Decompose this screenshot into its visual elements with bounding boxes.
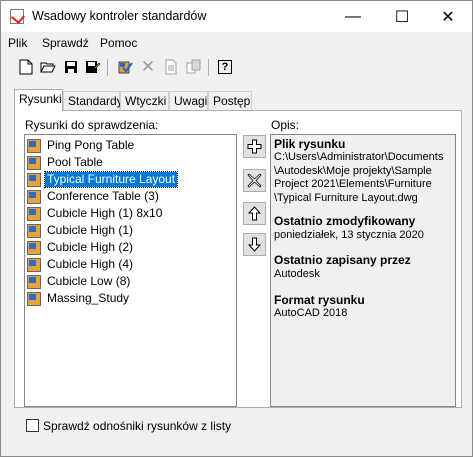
format-value: AutoCAD 2018 xyxy=(274,307,348,319)
list-item[interactable]: Cubicle High (4) xyxy=(27,256,135,273)
drawing-file-icon xyxy=(27,189,41,204)
modified-value: poniedziałek, 13 stycznia 2020 xyxy=(274,229,424,241)
check-icon[interactable] xyxy=(115,57,135,77)
move-up-button[interactable] xyxy=(243,202,266,225)
remove-drawing-button[interactable] xyxy=(243,169,266,192)
tab-postep[interactable]: Postęp xyxy=(208,91,252,110)
list-item[interactable]: Pool Table xyxy=(27,154,105,171)
up-arrow-icon xyxy=(248,206,261,221)
help-icon[interactable]: ? xyxy=(215,57,235,77)
save-icon[interactable] xyxy=(61,57,81,77)
drawing-file-icon xyxy=(27,257,41,272)
add-drawing-button[interactable] xyxy=(243,135,266,158)
toolbar: ✕ ? xyxy=(1,54,472,80)
list-item[interactable]: Cubicle High (2) xyxy=(27,239,135,256)
file-heading: Plik rysunku xyxy=(274,137,346,151)
tab-wtyczki[interactable]: Wtyczki xyxy=(120,91,169,110)
copy-icon[interactable] xyxy=(161,57,181,77)
delete-icon[interactable]: ✕ xyxy=(138,57,158,77)
drawings-listbox[interactable]: Ping Pong Table Pool Table Typical Furni… xyxy=(24,134,237,407)
drawing-file-icon xyxy=(27,172,41,187)
list-item-selected[interactable]: Typical Furniture Layout xyxy=(27,171,179,188)
menu-sprawdz[interactable]: Sprawdź xyxy=(42,36,89,50)
check-xrefs-checkbox[interactable] xyxy=(26,419,39,432)
menu-plik[interactable]: Plik xyxy=(8,36,27,50)
list-item[interactable]: Ping Pong Table xyxy=(27,137,136,154)
description-panel: Plik rysunku C:\Users\Administrator\Docu… xyxy=(270,134,456,407)
list-item[interactable]: Conference Table (3) xyxy=(27,188,161,205)
minimize-button[interactable]: — xyxy=(330,1,376,32)
standards-batch-checker-window: Wsadowy kontroler standardów — ☐ ✕ Plik … xyxy=(0,0,473,457)
format-heading: Format rysunku xyxy=(274,293,365,307)
drawing-file-icon xyxy=(27,274,41,289)
menu-bar: Plik Sprawdź Pomoc xyxy=(1,33,472,52)
tab-standardy[interactable]: Standardy xyxy=(63,91,123,110)
new-icon[interactable] xyxy=(16,57,36,77)
maximize-button[interactable]: ☐ xyxy=(379,1,425,32)
saved-by-value: Autodesk xyxy=(274,268,320,280)
save-as-icon[interactable] xyxy=(83,57,103,77)
description-label: Opis: xyxy=(271,118,300,132)
report-icon[interactable] xyxy=(184,57,204,77)
plus-icon xyxy=(247,139,262,154)
drawing-file-icon xyxy=(27,138,41,153)
file-path: C:\Users\Administrator\Documents \Autode… xyxy=(274,151,444,204)
list-item[interactable]: Cubicle High (1) xyxy=(27,222,135,239)
app-icon xyxy=(10,9,24,24)
help-label: ? xyxy=(218,60,232,74)
toolbar-separator xyxy=(107,59,108,76)
down-arrow-icon xyxy=(248,237,261,252)
window-title: Wsadowy kontroler standardów xyxy=(32,9,207,23)
modified-heading: Ostatnio zmodyfikowany xyxy=(274,214,416,228)
list-item[interactable]: Cubicle Low (8) xyxy=(27,273,132,290)
drawing-file-icon xyxy=(27,240,41,255)
cross-icon xyxy=(247,173,262,188)
drawing-file-icon xyxy=(27,291,41,306)
move-down-button[interactable] xyxy=(243,233,266,256)
tab-uwagi[interactable]: Uwagi xyxy=(169,91,208,110)
list-item[interactable]: Cubicle High (1) 8x10 xyxy=(27,205,164,222)
drawing-file-icon xyxy=(27,155,41,170)
saved-by-heading: Ostatnio zapisany przez xyxy=(274,253,411,267)
tab-rysunki[interactable]: Rysunki xyxy=(14,89,63,111)
drawing-file-icon xyxy=(27,206,41,221)
list-item[interactable]: Massing_Study xyxy=(27,290,131,307)
menu-pomoc[interactable]: Pomoc xyxy=(100,36,137,50)
toolbar-separator xyxy=(208,59,209,76)
drawings-label: Rysunki do sprawdzenia: xyxy=(25,118,159,132)
title-bar[interactable]: Wsadowy kontroler standardów — ☐ ✕ xyxy=(1,1,472,32)
drawing-file-icon xyxy=(27,223,41,238)
open-icon[interactable] xyxy=(38,57,58,77)
close-button[interactable]: ✕ xyxy=(425,1,471,32)
check-xrefs-label[interactable]: Sprawdź odnośniki rysunków z listy xyxy=(43,419,231,433)
